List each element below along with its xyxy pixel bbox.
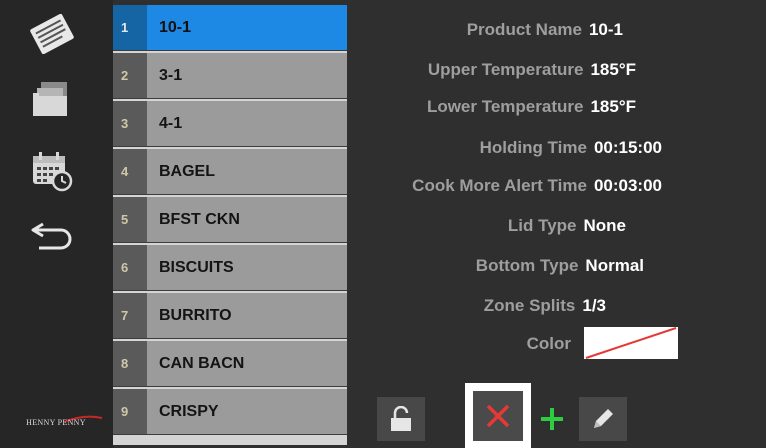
zone-splits-field: Zone Splits 1/3 bbox=[484, 296, 606, 318]
lower-temperature-field: Lower Temperature 185°F bbox=[427, 97, 636, 119]
add-button[interactable] bbox=[533, 397, 571, 441]
files-icon[interactable] bbox=[24, 76, 80, 120]
product-row[interactable]: 6 BISCUITS bbox=[113, 245, 347, 291]
zone-splits-label: Zone Splits bbox=[483, 296, 576, 315]
color-label: Color bbox=[526, 334, 571, 353]
henny-penny-logo: HENNY PENNY bbox=[6, 414, 106, 434]
product-row[interactable]: 2 3-1 bbox=[113, 53, 347, 99]
holding-time-value[interactable]: 00:15:00 bbox=[594, 138, 662, 157]
row-divider bbox=[113, 242, 347, 243]
sidebar: HENNY PENNY bbox=[0, 0, 113, 448]
upper-temperature-field: Upper Temperature 185°F bbox=[428, 60, 636, 82]
product-number: 9 bbox=[113, 389, 147, 434]
product-row[interactable]: 3 4-1 bbox=[113, 101, 347, 147]
product-number: 8 bbox=[113, 341, 147, 386]
product-row[interactable]: 9 CRISPY bbox=[113, 389, 347, 435]
brand-text: HENNY PENNY bbox=[26, 418, 86, 427]
lid-type-label: Lid Type bbox=[507, 216, 577, 235]
upper-temperature-label: Upper Temperature bbox=[427, 60, 584, 79]
row-divider bbox=[113, 434, 347, 435]
product-name: BFST CKN bbox=[147, 197, 347, 242]
unlock-button[interactable] bbox=[377, 397, 425, 441]
product-row[interactable]: 5 BFST CKN bbox=[113, 197, 347, 243]
row-divider bbox=[113, 98, 347, 99]
product-name-value[interactable]: 10-1 bbox=[589, 20, 623, 39]
row-divider bbox=[113, 194, 347, 195]
upper-temperature-value[interactable]: 185°F bbox=[590, 60, 636, 79]
product-number: 6 bbox=[113, 245, 147, 290]
back-arrow-icon[interactable] bbox=[24, 212, 80, 256]
product-name: 3-1 bbox=[147, 53, 347, 98]
cook-more-alert-label: Cook More Alert Time bbox=[412, 176, 587, 195]
product-number: 4 bbox=[113, 149, 147, 194]
calendar-clock-icon[interactable] bbox=[24, 148, 80, 192]
holding-time-field: Holding Time 00:15:00 bbox=[480, 138, 662, 160]
product-number: 2 bbox=[113, 53, 147, 98]
row-divider bbox=[113, 386, 347, 387]
bottom-type-value[interactable]: Normal bbox=[585, 256, 644, 275]
close-icon bbox=[486, 404, 510, 427]
cook-more-alert-value[interactable]: 00:03:00 bbox=[594, 176, 662, 195]
color-field: Color bbox=[527, 334, 571, 356]
row-divider bbox=[113, 290, 347, 291]
cook-more-alert-field: Cook More Alert Time 00:03:00 bbox=[412, 176, 662, 198]
product-row[interactable]: 7 BURRITO bbox=[113, 293, 347, 339]
pencil-icon bbox=[594, 409, 613, 428]
color-swatch[interactable] bbox=[584, 327, 678, 359]
product-name: BURRITO bbox=[147, 293, 347, 338]
product-row[interactable]: 8 CAN BACN bbox=[113, 341, 347, 387]
product-list: 1 10-1 2 3-1 3 4-1 4 BAGEL 5 BFST CKN 6 BISCUITS 7 BU… bbox=[113, 5, 347, 445]
product-name-label: Product Name bbox=[466, 20, 582, 39]
product-number: 1 bbox=[113, 5, 147, 50]
unlock-icon bbox=[391, 406, 411, 431]
product-name: BISCUITS bbox=[147, 245, 347, 290]
product-row[interactable]: 1 10-1 bbox=[113, 5, 347, 51]
lower-temperature-value[interactable]: 185°F bbox=[590, 97, 636, 116]
delete-button[interactable] bbox=[465, 383, 531, 448]
bottom-type-label: Bottom Type bbox=[475, 256, 579, 275]
plus-icon bbox=[541, 408, 563, 430]
product-name: CRISPY bbox=[147, 389, 347, 434]
product-row[interactable]: 4 BAGEL bbox=[113, 149, 347, 195]
zone-splits-value[interactable]: 1/3 bbox=[582, 296, 606, 315]
lid-type-field: Lid Type None bbox=[508, 216, 626, 238]
edit-button[interactable] bbox=[579, 397, 627, 441]
lower-temperature-label: Lower Temperature bbox=[426, 97, 584, 116]
row-divider bbox=[113, 338, 347, 339]
product-number: 7 bbox=[113, 293, 147, 338]
holding-time-label: Holding Time bbox=[479, 138, 587, 157]
app-screen: HENNY PENNY 1 10-1 2 3-1 3 4-1 4 BAGEL 5 BFST CKN… bbox=[0, 0, 766, 448]
recipes-icon[interactable] bbox=[24, 12, 80, 56]
product-name: 10-1 bbox=[147, 5, 347, 50]
product-name-field: Product Name 10-1 bbox=[467, 20, 623, 42]
product-name: BAGEL bbox=[147, 149, 347, 194]
bottom-type-field: Bottom Type Normal bbox=[476, 256, 644, 278]
product-number: 3 bbox=[113, 101, 147, 146]
row-divider bbox=[113, 50, 347, 51]
row-divider bbox=[113, 146, 347, 147]
product-number: 5 bbox=[113, 197, 147, 242]
product-name: CAN BACN bbox=[147, 341, 347, 386]
product-name: 4-1 bbox=[147, 101, 347, 146]
lid-type-value[interactable]: None bbox=[584, 216, 627, 235]
